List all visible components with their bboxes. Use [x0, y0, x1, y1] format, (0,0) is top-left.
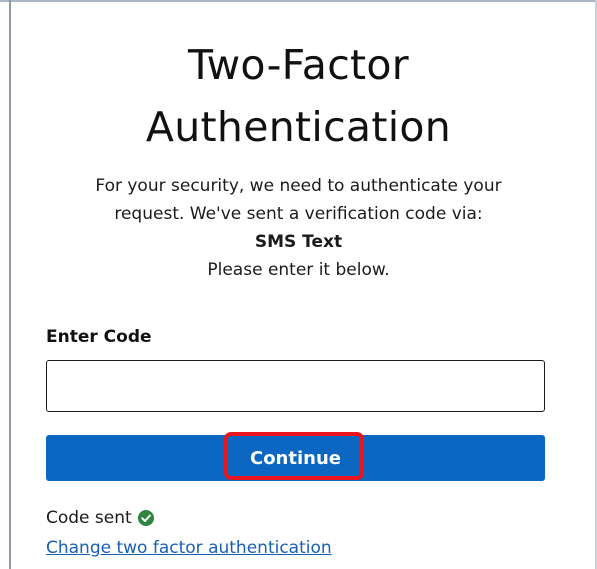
- continue-button[interactable]: Continue: [46, 435, 545, 481]
- code-sent-text: Code sent: [46, 508, 132, 528]
- change-two-factor-link[interactable]: Change two factor authentication: [46, 538, 332, 558]
- code-field-label: Enter Code: [46, 327, 152, 347]
- delivery-method: SMS Text: [254, 232, 343, 252]
- instructions-line2: request. We've sent a verification code …: [114, 204, 483, 224]
- code-sent-status: Code sent: [46, 508, 154, 528]
- page-title: Two-Factor Authentication: [0, 34, 597, 158]
- page-title-line2: Authentication: [145, 103, 452, 151]
- code-input[interactable]: [46, 360, 545, 412]
- instructions-line3: Please enter it below.: [207, 260, 390, 280]
- instructions: For your security, we need to authentica…: [0, 172, 597, 284]
- check-circle-icon: [137, 510, 154, 526]
- instructions-line1: For your security, we need to authentica…: [95, 176, 502, 196]
- top-border: [0, 0, 597, 2]
- page-title-line1: Two-Factor: [188, 41, 409, 89]
- two-factor-page: Two-Factor Authentication For your secur…: [0, 0, 597, 569]
- continue-button-label: Continue: [249, 447, 341, 469]
